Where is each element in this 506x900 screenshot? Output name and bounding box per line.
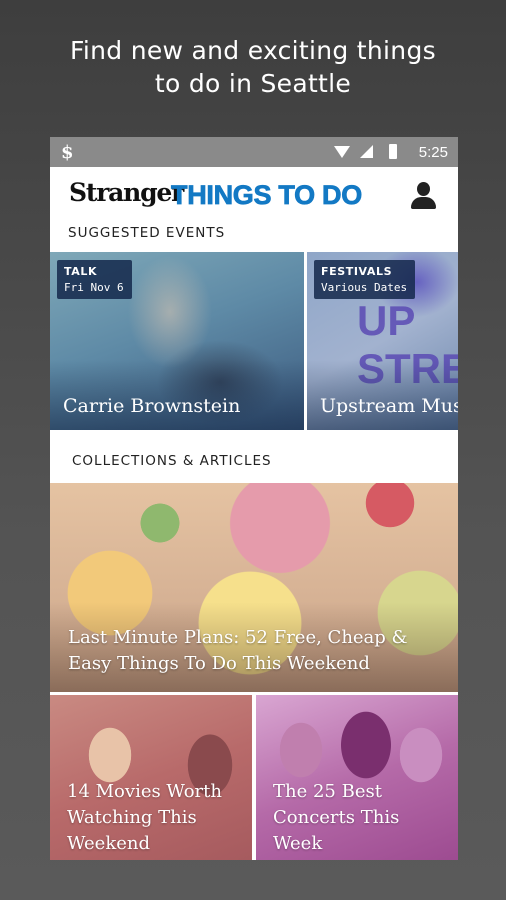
article-card-featured[interactable]: Last Minute Plans: 52 Free, Cheap & Easy…: [50, 483, 458, 692]
promo-headline-line2: to do in Seattle: [154, 69, 352, 98]
article-title: 14 Movies Worth Watching This Weekend: [67, 781, 222, 854]
event-card[interactable]: TALK Fri Nov 6 Carrie Brownstein: [50, 252, 304, 430]
collections-heading: COLLECTIONS & ARTICLES: [72, 453, 272, 469]
article-card[interactable]: 14 Movies Worth Watching This Weekend: [50, 695, 252, 860]
battery-icon: [389, 144, 397, 159]
event-badge: TALK Fri Nov 6: [57, 260, 132, 299]
status-time: 5:25: [418, 144, 448, 161]
event-category: TALK: [64, 265, 98, 278]
article-title: The 25 Best Concerts This Week: [273, 781, 400, 854]
suggested-events-carousel[interactable]: TALK Fri Nov 6 Carrie Brownstein UP STRE…: [50, 252, 458, 430]
app-title: THINGS TO DO: [171, 180, 363, 211]
user-icon-head: [417, 182, 430, 196]
event-date: Fri Nov 6: [64, 281, 124, 294]
event-title: Carrie Brownstein: [63, 395, 241, 417]
event-title: Upstream Music Summit: [320, 395, 458, 417]
app-bar: Stranger THINGS TO DO: [50, 167, 458, 229]
event-card[interactable]: UP STREAM FESTIVALS Various Dates Upstre…: [307, 252, 458, 430]
user-icon-body: [411, 197, 436, 209]
phone-screen: $ 5:25 Stranger THINGS TO DO SUGGESTED E…: [50, 137, 458, 860]
app-notification-icon: $: [61, 142, 74, 163]
article-card[interactable]: The 25 Best Concerts This Week: [256, 695, 458, 860]
event-category: FESTIVALS: [321, 265, 393, 278]
signal-icon: [360, 145, 373, 158]
status-bar: $ 5:25: [50, 137, 458, 167]
user-icon[interactable]: [410, 182, 436, 210]
suggested-events-heading: SUGGESTED EVENTS: [68, 225, 226, 241]
article-title: Last Minute Plans: 52 Free, Cheap & Easy…: [68, 627, 408, 674]
promo-headline: Find new and exciting things to do in Se…: [0, 34, 506, 100]
brand-logo: Stranger: [69, 178, 184, 207]
promo-headline-line1: Find new and exciting things: [70, 36, 436, 65]
wifi-icon: [334, 146, 350, 158]
event-badge: FESTIVALS Various Dates: [314, 260, 416, 299]
event-date: Various Dates: [321, 281, 408, 294]
